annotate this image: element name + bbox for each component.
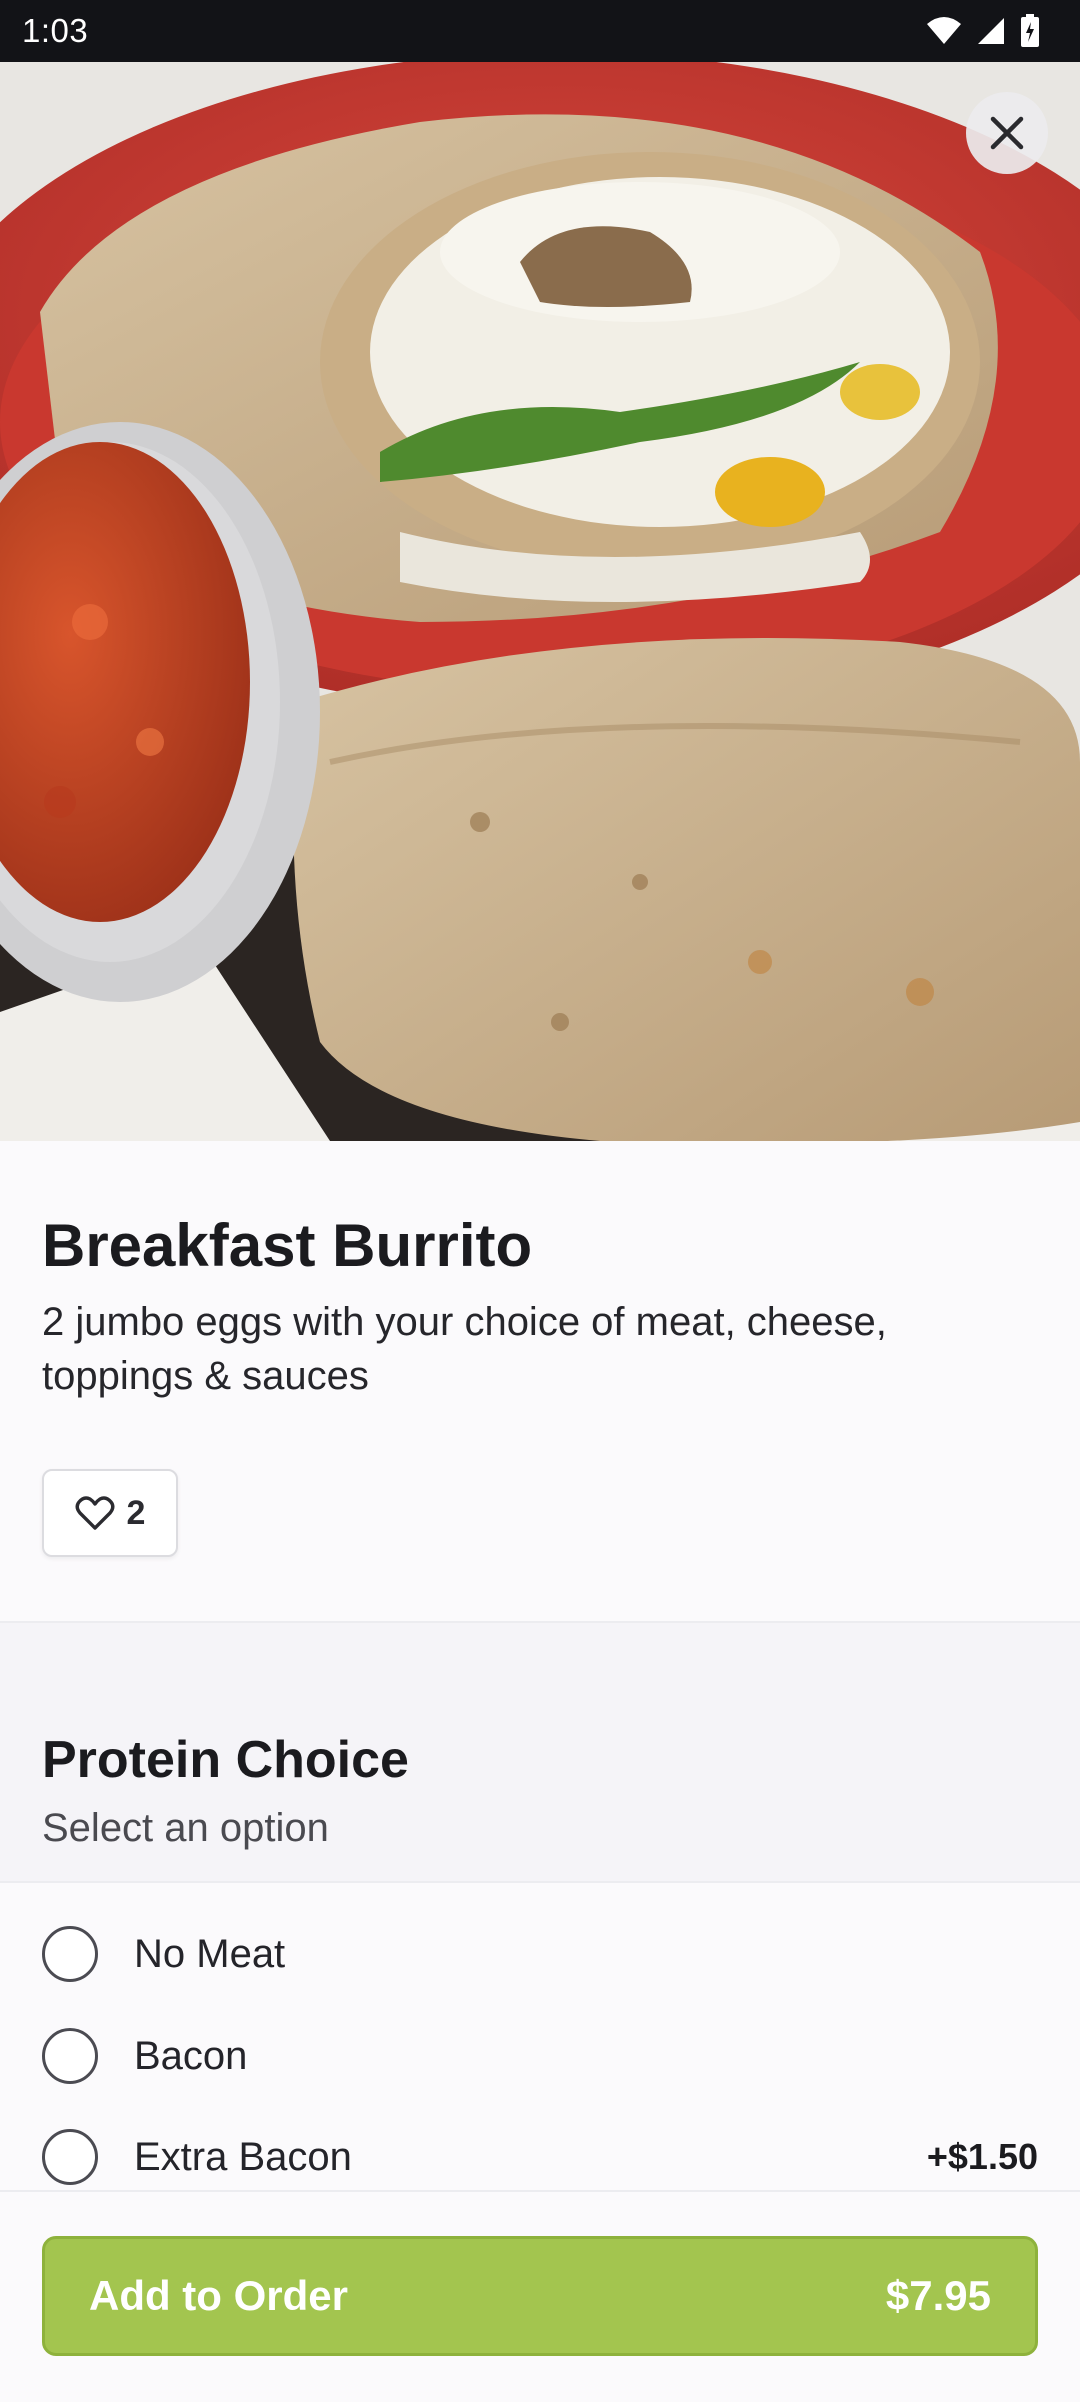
footer: Add to Order $7.95 <box>0 2190 1080 2402</box>
status-icons <box>926 14 1040 48</box>
close-icon <box>990 116 1024 150</box>
order-total-price: $7.95 <box>885 2272 991 2319</box>
battery-icon <box>1021 14 1039 47</box>
add-to-order-label: Add to Order <box>89 2272 348 2319</box>
option-bacon[interactable]: Bacon <box>0 2008 1080 2104</box>
food-photo <box>0 62 1080 1141</box>
option-no-meat[interactable]: No Meat <box>0 1906 1080 2002</box>
like-button[interactable]: 2 <box>42 1469 178 1557</box>
section-title: Protein Choice <box>42 1731 409 1789</box>
heart-icon <box>75 1496 114 1530</box>
option-label: Bacon <box>134 2033 248 2078</box>
section-subtitle: Select an option <box>42 1806 329 1850</box>
close-button[interactable] <box>966 92 1048 174</box>
signal-icon <box>978 18 1004 44</box>
radio-button[interactable] <box>42 2129 98 2185</box>
add-to-order-button[interactable]: Add to Order $7.95 <box>42 2236 1038 2356</box>
option-price: +$1.50 <box>926 2136 1038 2177</box>
protein-choice-section: Protein Choice Select an option <box>0 1621 1080 1883</box>
option-label: Extra Bacon <box>134 2134 352 2179</box>
option-label: No Meat <box>134 1931 286 1976</box>
item-title: Breakfast Burrito <box>42 1212 533 1279</box>
radio-button[interactable] <box>42 1926 98 1982</box>
like-count: 2 <box>126 1493 146 1532</box>
burrito-illustration <box>0 62 1080 1141</box>
item-description: 2 jumbo eggs with your choice of meat, c… <box>42 1300 887 1398</box>
wifi-icon <box>927 17 961 44</box>
status-bar: 1:03 <box>0 0 1080 62</box>
radio-button[interactable] <box>42 2028 98 2084</box>
status-time: 1:03 <box>22 12 89 49</box>
